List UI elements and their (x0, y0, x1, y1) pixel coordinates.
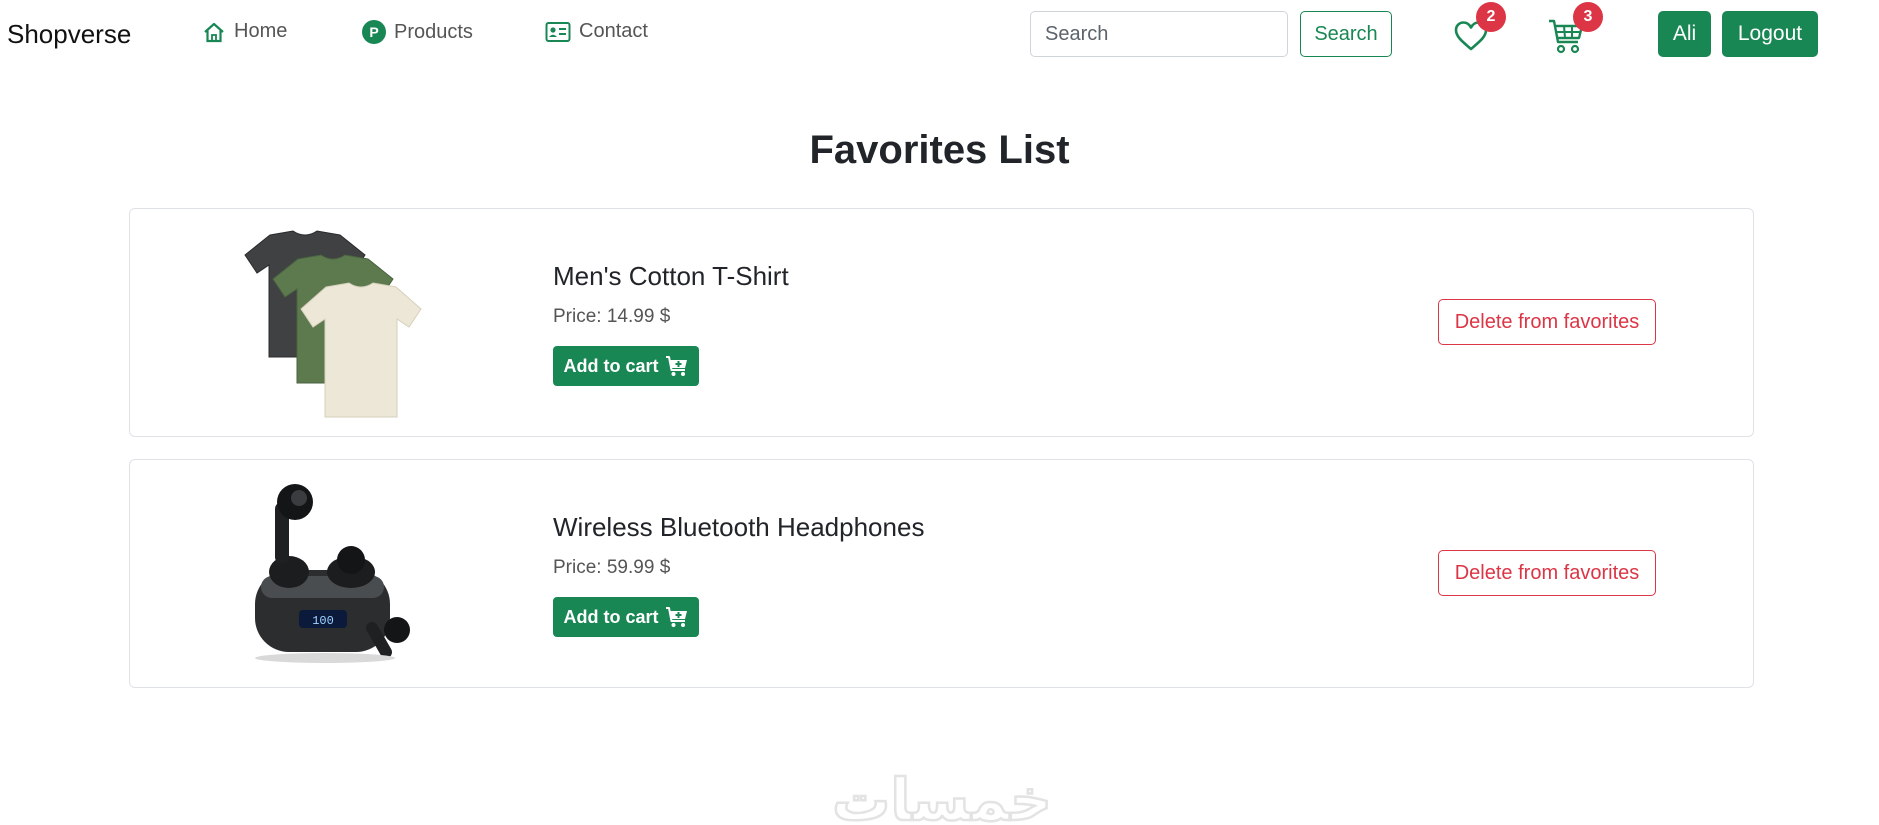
page-title: Favorites List (809, 128, 1070, 172)
add-to-cart-button[interactable]: Add to cart (553, 346, 699, 386)
nav-link-contact-label: Contact (579, 20, 648, 42)
price-currency: $ (659, 306, 671, 327)
nav-link-products[interactable]: P Products (362, 20, 473, 44)
svg-text:100: 100 (312, 614, 334, 628)
nav-link-home-label: Home (234, 20, 288, 42)
product-name: Men's Cotton T-Shirt (553, 261, 789, 291)
favorite-item: Men's Cotton T-Shirt Price: 14.99 $ Add … (129, 208, 1754, 437)
nav-link-home[interactable]: Home (202, 20, 287, 43)
navbar: Shopverse Home P Products Contact Search (0, 0, 1879, 70)
price-label: Price: (553, 557, 602, 578)
add-to-cart-label: Add to cart (563, 355, 659, 376)
favorites-count-badge: 2 (1476, 2, 1506, 32)
cart-plus-icon (665, 607, 687, 627)
product-price: Price: 59.99 $ (553, 557, 670, 579)
logout-button[interactable]: Logout (1722, 11, 1818, 57)
add-to-cart-label: Add to cart (563, 606, 659, 627)
add-to-cart-button[interactable]: Add to cart (553, 597, 699, 637)
favorites-button[interactable]: 2 (1454, 2, 1506, 56)
products-p-icon: P (362, 20, 386, 44)
price-value: 14.99 (606, 306, 655, 327)
search-button[interactable]: Search (1300, 11, 1392, 57)
nav-link-contact[interactable]: Contact (545, 20, 648, 43)
price-currency: $ (659, 557, 671, 578)
svg-text:خمسات: خمسات (832, 766, 1052, 825)
home-icon (204, 22, 224, 42)
brand-logo[interactable]: Shopverse (7, 19, 131, 50)
tshirt-product-image (244, 230, 422, 418)
price-label: Price: (553, 306, 602, 327)
cart-button[interactable]: 3 (1548, 2, 1603, 56)
cart-plus-icon (665, 356, 687, 376)
cart-count-badge: 3 (1573, 2, 1603, 32)
user-button[interactable]: Ali (1658, 11, 1711, 57)
price-value: 59.99 (606, 557, 655, 578)
search-input[interactable] (1030, 11, 1288, 57)
favorite-item: 100 Wireless Bluetooth Headphones Price:… (129, 459, 1754, 688)
contact-card-icon (545, 21, 571, 42)
svg-text:P: P (369, 24, 378, 40)
watermark-logo: خمسات (831, 765, 1053, 825)
product-price: Price: 14.99 $ (553, 306, 670, 328)
product-name: Wireless Bluetooth Headphones (553, 512, 925, 542)
delete-from-favorites-button[interactable]: Delete from favorites (1438, 550, 1656, 596)
headphones-product-image: 100 (255, 484, 410, 663)
delete-from-favorites-button[interactable]: Delete from favorites (1438, 299, 1656, 345)
nav-link-products-label: Products (394, 20, 473, 43)
